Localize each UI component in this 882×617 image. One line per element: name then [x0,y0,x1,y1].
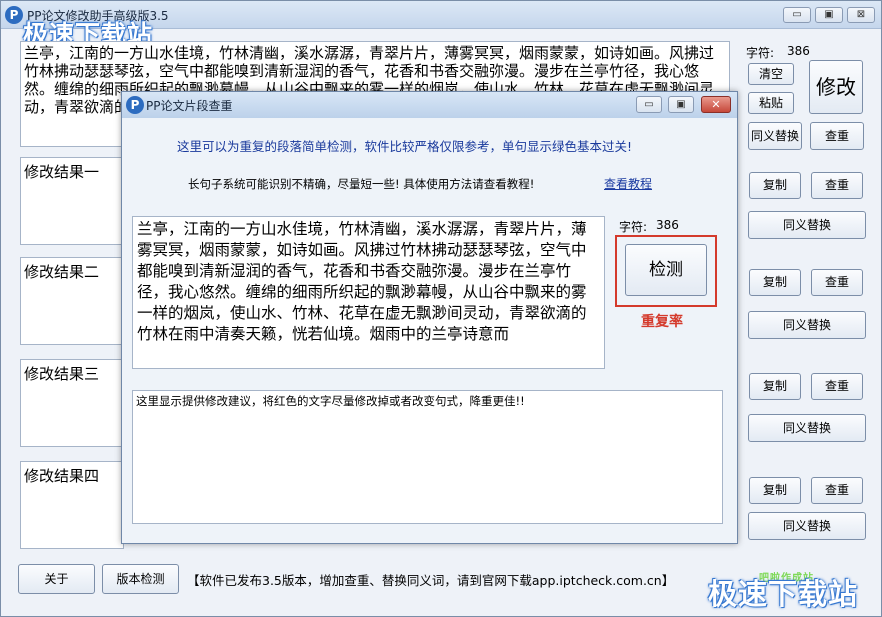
tutorial-link[interactable]: 查看教程 [604,175,652,192]
dialog-text-input[interactable]: 兰亭，江南的一方山水佳境，竹林清幽，溪水潺潺，青翠片片，薄雾冥冥，烟雨蒙蒙，如诗… [132,216,605,369]
minimize-button[interactable]: ▭ [783,7,811,23]
synonym-button-4[interactable]: 同义替换 [748,512,866,540]
clear-button[interactable]: 清空 [748,63,794,85]
result-label-4: 修改结果四 [24,467,100,485]
char-count-label: 字符: [746,46,775,60]
check-button-2[interactable]: 查重 [811,269,863,296]
dialog-close-button[interactable]: ✕ [701,96,731,113]
result-box-4[interactable]: 修改结果四 [20,461,124,549]
synonym-button-2[interactable]: 同义替换 [748,311,866,339]
synonym-button-1[interactable]: 同义替换 [748,211,866,239]
check-button-4[interactable]: 查重 [811,477,863,504]
dialog-char-count-value: 386 [656,218,679,232]
dialog-titlebar[interactable]: P PP论文片段查重 ▭ ▣ ✕ [122,92,737,118]
modify-button[interactable]: 修改 [809,60,863,114]
dialog-char-count-label: 字符: [619,220,648,234]
suggestion-text: 这里显示提供修改建议，将红色的文字尽量修改掉或者改变句式，降重更佳!! [136,394,525,408]
copy-button-1[interactable]: 复制 [749,172,801,199]
result-label-3: 修改结果三 [24,365,100,383]
result-box-1[interactable]: 修改结果一 [20,157,124,245]
dialog-minimize-button[interactable]: ▭ [636,96,662,113]
dialog-maximize-button[interactable]: ▣ [668,96,694,113]
check-button-3[interactable]: 查重 [811,373,863,400]
dialog-title: PP论文片段查重 [146,99,233,113]
copy-button-3[interactable]: 复制 [749,373,801,400]
copy-button-2[interactable]: 复制 [749,269,801,296]
result-box-3[interactable]: 修改结果三 [20,359,124,447]
maximize-button[interactable]: ▣ [815,7,843,23]
duplicate-rate-label: 重复率 [641,314,683,330]
char-count-value: 386 [787,44,810,58]
check-button-main[interactable]: 查重 [810,122,864,150]
check-button-1[interactable]: 查重 [811,172,863,199]
result-label-2: 修改结果二 [24,263,100,281]
watermark-logo-bottom: 极速下载站 [708,577,859,611]
paste-button[interactable]: 粘贴 [748,92,794,114]
suggestion-textarea[interactable]: 这里显示提供修改建议，将红色的文字尽量修改掉或者改变句式，降重更佳!! [132,390,723,524]
notice-text: 【软件已发布3.5版本，增加查重、替换同义词，请到官网下载app.iptchec… [187,573,675,588]
dialog-logo-icon: P [126,96,144,114]
detect-button[interactable]: 检测 [625,244,707,296]
synonym-button-main[interactable]: 同义替换 [748,122,802,150]
detect-highlight-frame: 检测 [615,235,717,307]
close-button[interactable]: ⊠ [847,7,875,23]
dialog-input-text: 兰亭，江南的一方山水佳境，竹林清幽，溪水潺潺，青翠片片，薄雾冥冥，烟雨蒙蒙，如诗… [137,220,587,343]
app-logo-icon: P [5,6,23,24]
copy-button-4[interactable]: 复制 [749,477,801,504]
dedup-dialog: P PP论文片段查重 ▭ ▣ ✕ 这里可以为重复的段落简单检测，软件比较严格仅限… [121,91,738,544]
dialog-hint-text: 长句子系统可能识别不精确，尽量短一些! 具体使用方法请查看教程! [188,177,535,191]
about-button[interactable]: 关于 [18,564,95,594]
dialog-header-text: 这里可以为重复的段落简单检测，软件比较严格仅限参考，单句显示绿色基本过关! [177,139,633,154]
result-label-1: 修改结果一 [24,163,100,181]
result-box-2[interactable]: 修改结果二 [20,257,124,345]
synonym-button-3[interactable]: 同义替换 [748,414,866,442]
version-check-button[interactable]: 版本检测 [102,564,179,594]
